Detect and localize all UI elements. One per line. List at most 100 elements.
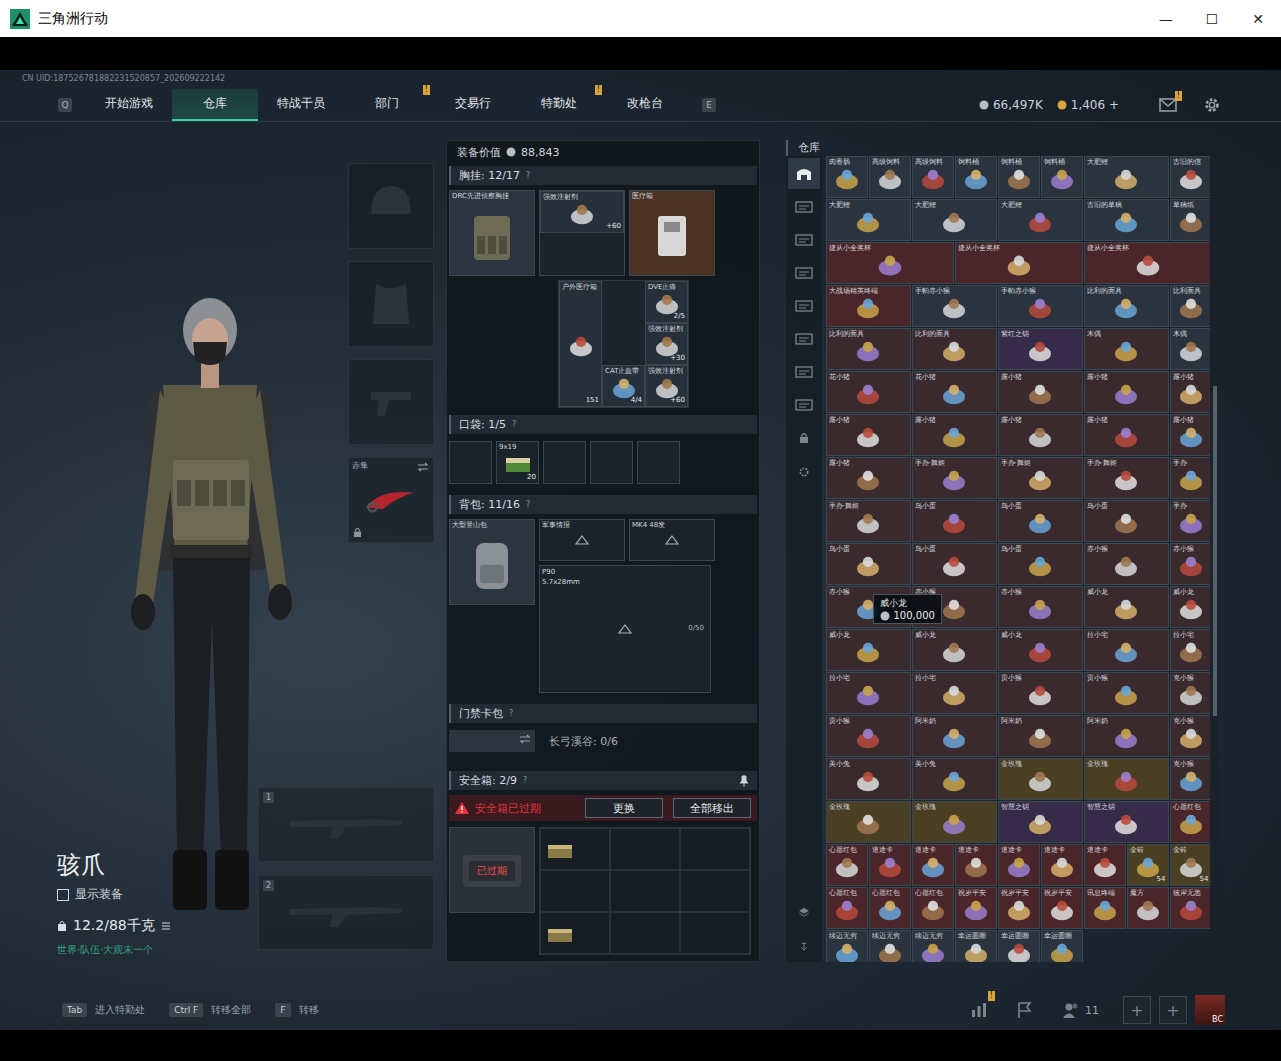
stash-item[interactable]: 花小猪 bbox=[912, 371, 997, 413]
list-icon[interactable] bbox=[161, 921, 171, 931]
stash-item[interactable]: 比利的面具 bbox=[826, 328, 911, 370]
stash-item[interactable]: 拉小宅 bbox=[1084, 629, 1169, 671]
nav-tab[interactable]: 特勤处 ! bbox=[516, 89, 602, 121]
stash-item[interactable]: 露小猪 bbox=[826, 414, 911, 456]
stash-item[interactable]: 捷从小全奖杯 bbox=[1084, 242, 1211, 284]
safebox-case[interactable]: 已过期 bbox=[449, 827, 535, 913]
stash-item[interactable]: 大肥鲤 bbox=[1084, 156, 1169, 198]
stash-item[interactable]: 鸟小蛋 bbox=[1084, 500, 1169, 542]
stash-item[interactable]: 道途卡 bbox=[955, 844, 997, 886]
stash-item[interactable]: 祝岁平安 bbox=[1041, 887, 1083, 929]
stash-item[interactable]: 金玫瑰 bbox=[1084, 758, 1169, 800]
stash-item[interactable]: 露小猪 bbox=[1170, 371, 1211, 413]
pocket-slot[interactable] bbox=[637, 441, 680, 484]
stash-item[interactable]: 手办 bbox=[1170, 457, 1211, 499]
stash-item[interactable]: 心愿红包 bbox=[869, 887, 911, 929]
invite-slot-button[interactable]: + bbox=[1159, 996, 1187, 1024]
flag-button[interactable] bbox=[1015, 999, 1037, 1021]
stash-tab[interactable] bbox=[788, 158, 820, 189]
swap-icon[interactable] bbox=[417, 462, 429, 472]
stash-item[interactable]: 拉小宅 bbox=[912, 672, 997, 714]
nav-tab[interactable]: 开始游戏 bbox=[86, 89, 172, 121]
stash-item[interactable]: 鸟小蛋 bbox=[826, 543, 911, 585]
stash-tab[interactable] bbox=[788, 389, 820, 420]
stash-item[interactable]: 威小龙 bbox=[998, 629, 1083, 671]
nav-tab[interactable]: 交易行 bbox=[430, 89, 516, 121]
stash-item[interactable]: 道途卡 bbox=[869, 844, 911, 886]
stash-item[interactable]: 魔方 bbox=[1127, 887, 1169, 929]
keycard-row[interactable]: 长弓溪谷: 0/6 bbox=[449, 726, 757, 756]
stash-item[interactable]: 大肥鲤 bbox=[912, 199, 997, 241]
helmet-slot[interactable] bbox=[348, 163, 434, 249]
stash-item[interactable]: 露小猪 bbox=[998, 414, 1083, 456]
window-control-button[interactable]: ☐ bbox=[1189, 0, 1235, 37]
stash-item[interactable]: 道途卡 bbox=[1041, 844, 1083, 886]
stash-item[interactable]: 鸟小蛋 bbox=[912, 500, 997, 542]
stash-item[interactable]: 续迈无穷 bbox=[912, 930, 954, 962]
safebox-button[interactable]: 全部移出 bbox=[673, 798, 751, 818]
stash-item[interactable]: 大肥鲤 bbox=[826, 199, 911, 241]
stash-item[interactable]: 捷从小全奖杯 bbox=[826, 242, 954, 284]
pocket-slot[interactable] bbox=[590, 441, 633, 484]
stash-item[interactable]: 手办·舞姬 bbox=[998, 457, 1083, 499]
inventory-item[interactable]: DVE止痛2/5 bbox=[645, 281, 688, 323]
layers-icon[interactable] bbox=[798, 906, 810, 918]
stash-item[interactable]: 贡小猴 bbox=[826, 715, 911, 757]
stash-item[interactable]: 拉小宅 bbox=[826, 672, 911, 714]
stash-item[interactable]: 木偶 bbox=[1170, 328, 1211, 370]
pocket-slot[interactable] bbox=[449, 441, 492, 484]
stash-item[interactable]: 续迈无穷 bbox=[826, 930, 868, 962]
stash-item[interactable]: 美小兔 bbox=[912, 758, 997, 800]
stash-item[interactable]: 高级饲料 bbox=[912, 156, 954, 198]
stash-item[interactable]: 克小猴 bbox=[1170, 715, 1211, 757]
safebox-cell[interactable] bbox=[540, 912, 610, 954]
stash-item[interactable]: 花小猪 bbox=[826, 371, 911, 413]
stash-item[interactable]: 木偶 bbox=[1084, 328, 1169, 370]
stash-item[interactable]: 比利面具 bbox=[1170, 285, 1211, 327]
stash-item[interactable]: 手办 bbox=[1170, 500, 1211, 542]
stash-item[interactable]: 露小猪 bbox=[998, 371, 1083, 413]
stash-item[interactable]: 饲料桶 bbox=[955, 156, 997, 198]
stash-item[interactable]: 美小兔 bbox=[826, 758, 911, 800]
stash-item[interactable]: 威小龙 bbox=[826, 629, 911, 671]
nav-tab[interactable]: 仓库 bbox=[172, 89, 258, 121]
nav-tab[interactable]: 改枪台 bbox=[602, 89, 688, 121]
stash-item[interactable]: 幸运圆圈 bbox=[1041, 930, 1083, 962]
stash-item[interactable]: 鸟小蛋 bbox=[912, 543, 997, 585]
safebox-cell[interactable] bbox=[610, 828, 680, 870]
stash-item[interactable]: 手办·舞姬 bbox=[912, 457, 997, 499]
stash-tab[interactable] bbox=[788, 191, 820, 222]
stash-item[interactable]: 古旧的草稿 bbox=[1084, 199, 1169, 241]
stash-item[interactable]: 鸟小蛋 bbox=[998, 543, 1083, 585]
safebox-cell[interactable] bbox=[680, 828, 750, 870]
stash-item[interactable]: 鸟小蛋 bbox=[998, 500, 1083, 542]
stash-item[interactable]: 祝岁平安 bbox=[998, 887, 1040, 929]
stash-item[interactable]: 古旧的信 bbox=[1170, 156, 1211, 198]
stash-item[interactable]: 贡小猴 bbox=[1084, 672, 1169, 714]
inventory-item[interactable]: 户外医疗箱151 bbox=[559, 281, 602, 407]
safebox-cell[interactable] bbox=[610, 912, 680, 954]
inventory-item[interactable]: 强效注射剂 +60 bbox=[540, 191, 624, 233]
window-control-button[interactable]: ✕ bbox=[1235, 0, 1281, 37]
safebox-cell[interactable] bbox=[680, 912, 750, 954]
stash-item[interactable]: 露小猪 bbox=[912, 414, 997, 456]
inventory-item[interactable]: 医疗箱 bbox=[629, 190, 715, 276]
stash-item[interactable]: 道途卡 bbox=[1084, 844, 1126, 886]
stash-item[interactable]: 手办·舞姬 bbox=[1084, 457, 1169, 499]
stash-item[interactable]: 心愿红包 bbox=[826, 844, 868, 886]
stash-item[interactable]: 幸运圆圈 bbox=[998, 930, 1040, 962]
stash-item[interactable]: 智慧之钥 bbox=[1084, 801, 1169, 843]
stash-item[interactable]: 心愿红包 bbox=[912, 887, 954, 929]
safebox-cell[interactable] bbox=[540, 828, 610, 870]
stash-item[interactable]: 幸运圆圈 bbox=[955, 930, 997, 962]
stash-item[interactable]: 祝岁平安 bbox=[955, 887, 997, 929]
friends-button[interactable]: 11 bbox=[1061, 999, 1099, 1021]
invite-slot-button[interactable]: + bbox=[1123, 996, 1151, 1024]
stash-scrollbar[interactable] bbox=[1212, 156, 1218, 962]
stash-item[interactable]: 草稿纸 bbox=[1170, 199, 1211, 241]
stash-item[interactable]: 露小猪 bbox=[826, 457, 911, 499]
stash-item[interactable]: 饲料桶 bbox=[998, 156, 1040, 198]
stash-item[interactable]: 彼岸无恙 bbox=[1170, 887, 1211, 929]
stash-item[interactable]: 露小猪 bbox=[1084, 414, 1169, 456]
safebox-cell[interactable] bbox=[610, 870, 680, 912]
